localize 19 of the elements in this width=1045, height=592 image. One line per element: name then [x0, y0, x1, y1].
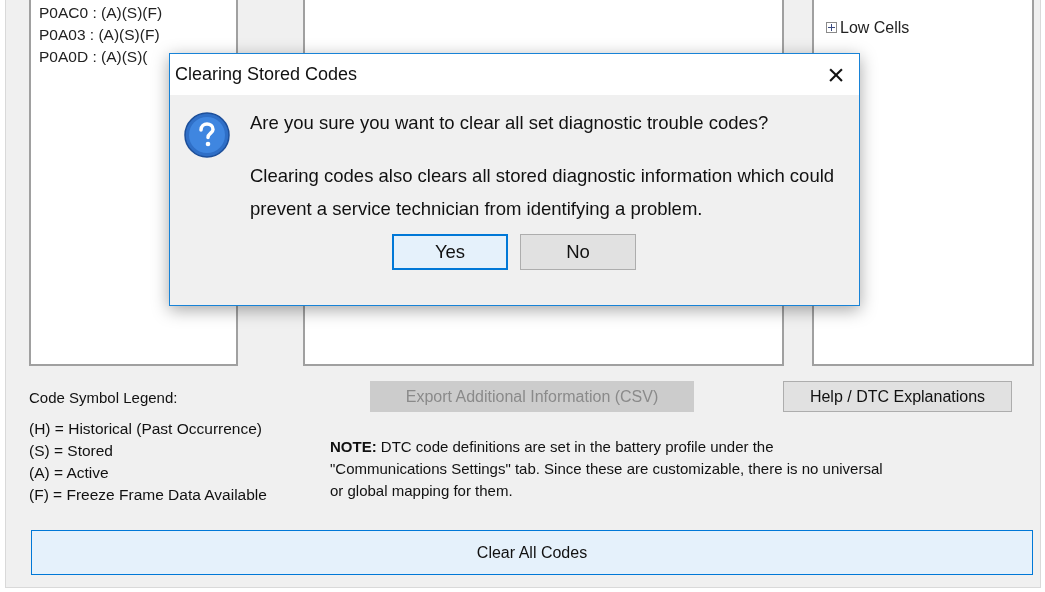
expand-icon[interactable] — [826, 22, 837, 33]
dialog-button[interactable]: No — [520, 234, 636, 270]
question-icon — [184, 112, 230, 158]
legend-title: Code Symbol Legend: — [29, 388, 179, 408]
dialog-detail: Clearing codes also clears all stored diagnostic information which could prevent a service technician from identifying a problem. — [250, 164, 836, 221]
legend-item: (A) = Active — [29, 463, 110, 483]
code-list-item[interactable]: P0AC0 : (A)(S)(F) — [39, 2, 236, 24]
close-button[interactable]: × — [813, 54, 859, 95]
clear-all-codes-button[interactable]: Clear All Codes — [31, 530, 1033, 575]
note-text: NOTE: DTC code definitions are set in the battery profile under the "Communications Settings" tab. Since these are customizable, there is no universal or global mapping for them. — [330, 437, 884, 501]
tree-item[interactable]: Low Cells — [840, 17, 910, 38]
help-button[interactable]: Help / DTC Explanations — [783, 381, 1012, 412]
legend-item: (F) = Freeze Frame Data Available — [29, 485, 268, 505]
dialog-question: Are you sure you want to clear all set diagnostic trouble codes? — [250, 111, 770, 135]
dialog-button[interactable]: Yes — [392, 234, 508, 270]
legend-item: (S) = Stored — [29, 441, 114, 461]
legend-item: (H) = Historical (Past Occurrence) — [29, 419, 263, 439]
code-list-item[interactable]: P0A03 : (A)(S)(F) — [39, 24, 236, 46]
dialog-title: Clearing Stored Codes — [175, 63, 358, 86]
